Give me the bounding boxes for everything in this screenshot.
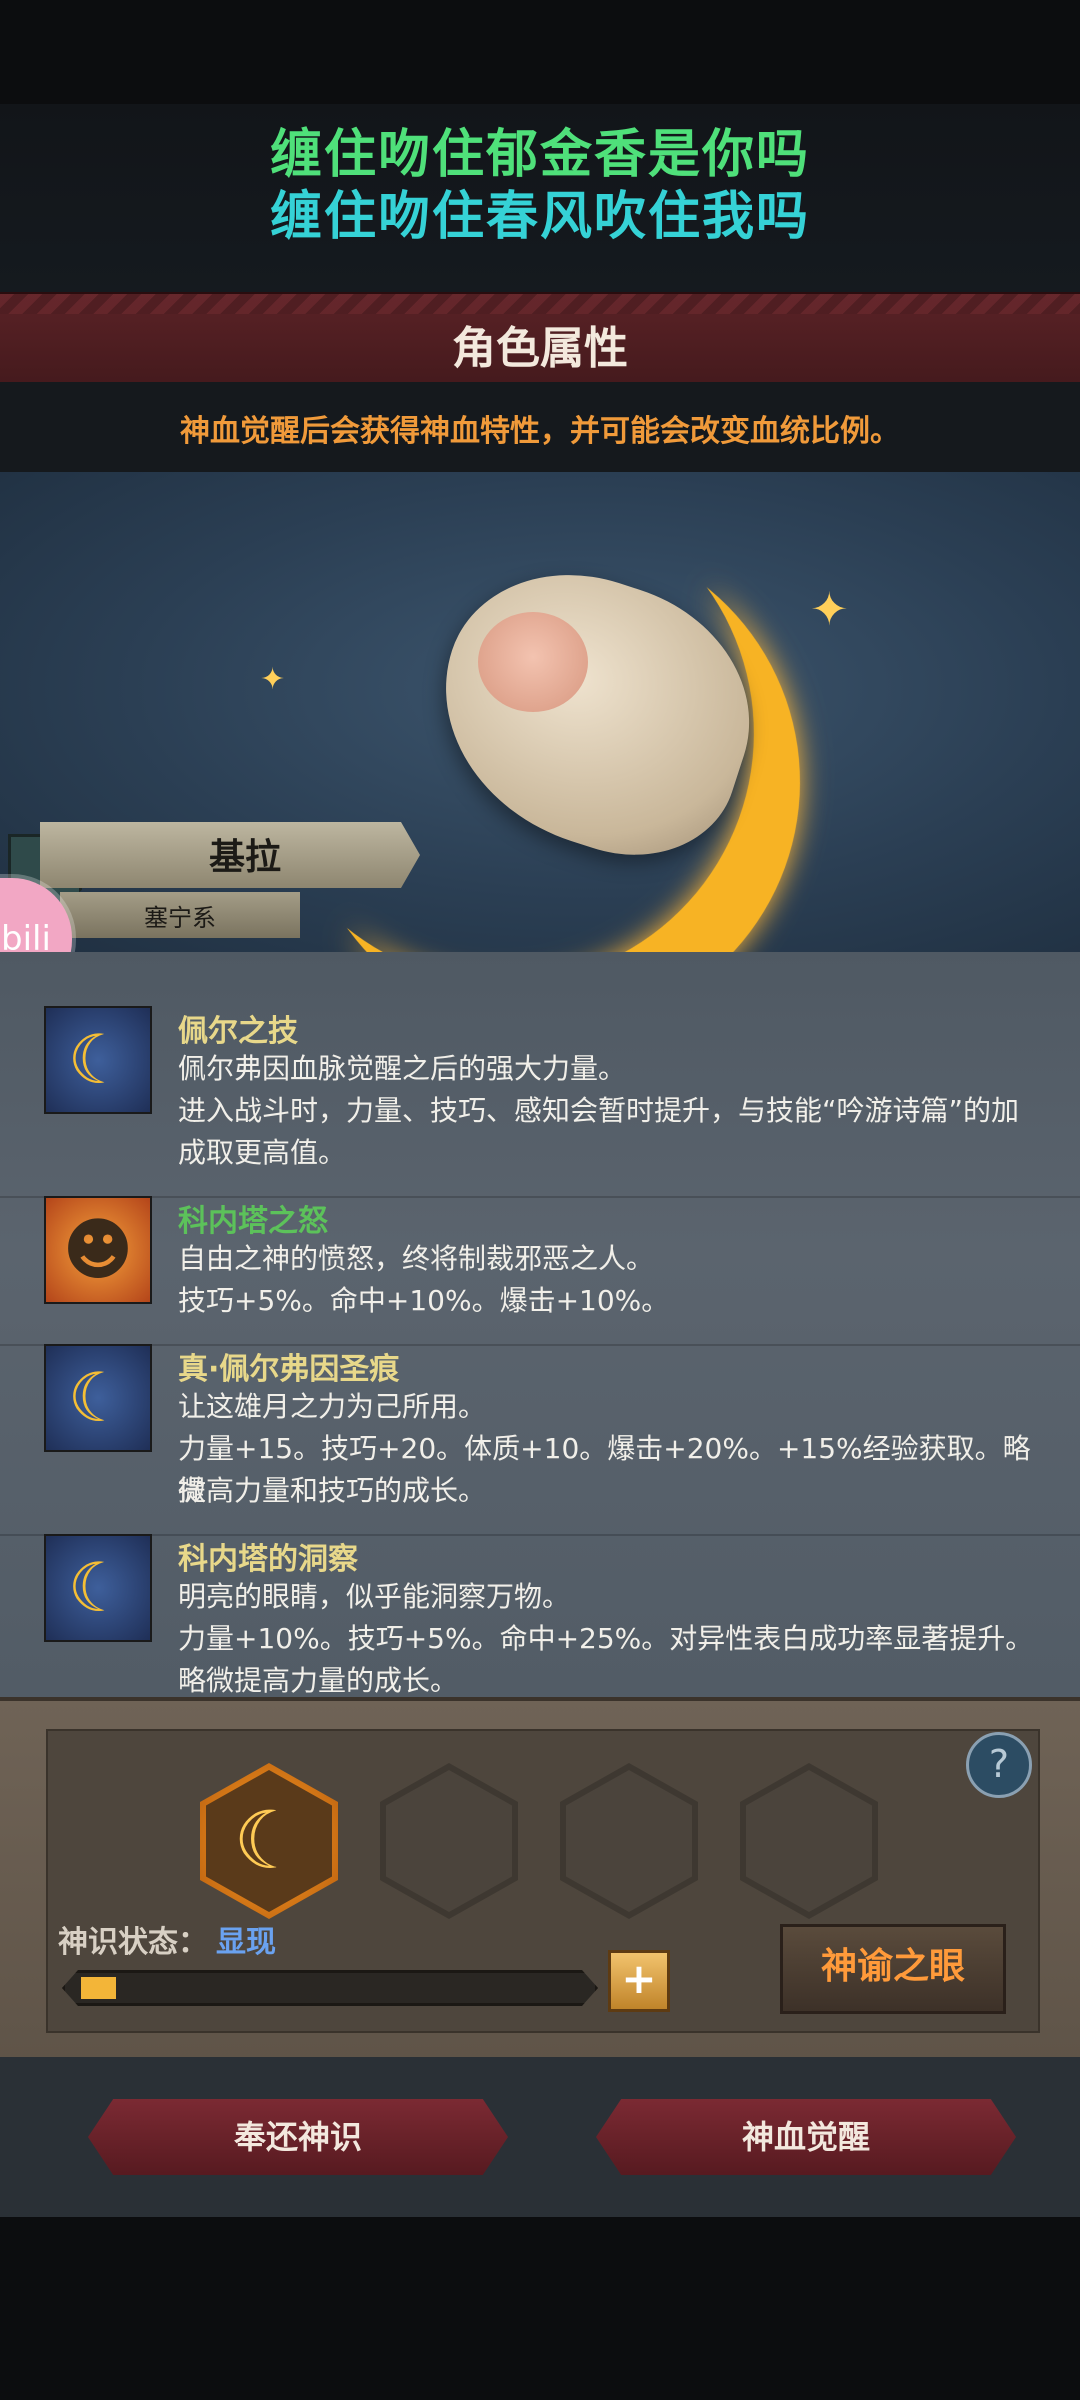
oracle-eye-button[interactable]: 神谕之眼 — [780, 1924, 1006, 2014]
trait-desc-line: 成取更高值。 — [178, 1136, 347, 1169]
add-button[interactable]: + — [608, 1950, 670, 2012]
trait-list[interactable]: ☾ 佩尔之技 佩尔弗因血脉觉醒之后的强大力量。 进入战斗时，力量、技巧、感知会暂… — [0, 952, 1080, 1697]
trait-desc-line: 佩尔弗因血脉觉醒之后的强大力量。 — [178, 1052, 627, 1085]
action-bar: 奉还神识 神血觉醒 — [0, 2057, 1080, 2217]
page-subtitle: 神血觉醒后会获得神血特性，并可能会改变血统比例。 — [180, 414, 900, 449]
divine-slot-empty[interactable] — [740, 1763, 878, 1919]
trait-item: ☾ 科内塔的洞察 明亮的眼睛，似乎能洞察万物。 力量+10%。技巧+5%。命中+… — [0, 1534, 1080, 1697]
lyrics-overlay: 缠住吻住郁金香是你吗 缠住吻住春风吹住我吗 — [0, 104, 1080, 294]
page-header: 角色属性 — [0, 292, 1080, 384]
trait-item: ☾ 真·佩尔弗因圣痕 让这雄月之力为己所用。 力量+15。技巧+20。体质+10… — [0, 1344, 1080, 1536]
trait-desc-line: 力量+10%。技巧+5%。命中+25%。对异性表白成功率显著提升。 — [178, 1622, 1034, 1655]
progress-fill — [81, 1977, 116, 1999]
help-icon[interactable]: ? — [966, 1732, 1032, 1798]
divine-slot-empty[interactable] — [560, 1763, 698, 1919]
trait-name: 真·佩尔弗因圣痕 — [178, 1352, 400, 1387]
blood-awaken-button[interactable]: 神血觉醒 — [596, 2099, 1016, 2175]
character-name: 基拉 — [208, 837, 281, 878]
divine-slot-active[interactable]: ☾ — [200, 1763, 338, 1919]
trait-desc-line: 略微提高力量的成长。 — [178, 1664, 459, 1697]
page-title: 角色属性 — [452, 323, 628, 374]
header-pattern — [0, 294, 1080, 314]
crescent-moon-icon: ☾ — [206, 1770, 332, 1912]
trait-desc-line: 让这雄月之力为己所用。 — [178, 1390, 487, 1423]
trait-desc-line: 技巧+5%。命中+10%。爆击+10%。 — [178, 1284, 670, 1317]
trait-item: ☾ 佩尔之技 佩尔弗因血脉觉醒之后的强大力量。 进入战斗时，力量、技巧、感知会暂… — [0, 1006, 1080, 1198]
character-faction: 塞宁系 — [144, 904, 216, 932]
sparkle-icon: ✦ — [810, 582, 849, 636]
trait-desc-line: 自由之神的愤怒，终将制裁邪恶之人。 — [178, 1242, 655, 1275]
crescent-moon-icon: ☾ — [44, 1534, 152, 1642]
divine-state-label: 神识状态： — [58, 1925, 208, 1960]
divine-progress-bar — [62, 1970, 598, 2006]
trait-desc-line: 明亮的眼睛，似乎能洞察万物。 — [178, 1580, 571, 1613]
trait-desc-line: 提高力量和技巧的成长。 — [178, 1474, 487, 1507]
crescent-moon-icon: ☾ — [44, 1006, 152, 1114]
crescent-moon-icon: ☾ — [44, 1344, 152, 1452]
return-divine-sense-button[interactable]: 奉还神识 — [88, 2099, 508, 2175]
trait-name: 佩尔之技 — [178, 1014, 298, 1049]
trait-desc-line: 进入战斗时，力量、技巧、感知会暂时提升，与技能“吟游诗篇”的加 — [178, 1094, 1020, 1127]
lyric-line-2: 缠住吻住春风吹住我吗 — [269, 187, 810, 247]
divine-state-value: 显现 — [216, 1925, 276, 1960]
divine-slot-empty[interactable] — [380, 1763, 518, 1919]
trait-item: ☻ 科内塔之怒 自由之神的愤怒，终将制裁邪恶之人。 技巧+5%。命中+10%。爆… — [0, 1196, 1080, 1346]
baby-face-art — [478, 612, 588, 712]
subtitle-band: 神血觉醒后会获得神血特性，并可能会改变血统比例。 — [0, 382, 1080, 472]
sparkle-icon: ✦ — [260, 662, 286, 697]
angry-sun-face-icon: ☻ — [44, 1196, 152, 1304]
trait-name: 科内塔的洞察 — [178, 1542, 358, 1577]
trait-name: 科内塔之怒 — [178, 1204, 328, 1239]
